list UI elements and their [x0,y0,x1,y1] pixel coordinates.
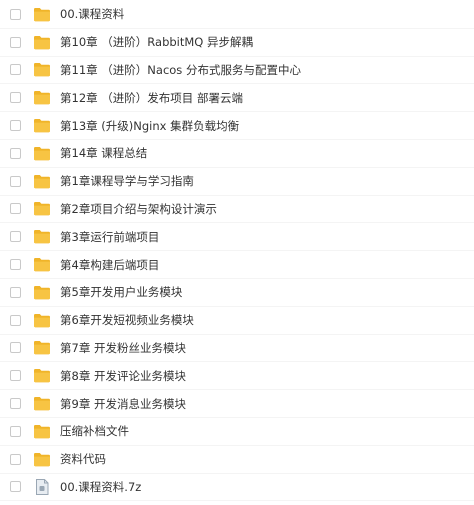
row-checkbox[interactable] [10,231,21,243]
folder-row[interactable]: 第5章开发用户业务模块 [0,279,474,307]
file-name[interactable]: 第11章 （进阶）Nacos 分布式服务与配置中心 [60,63,301,77]
row-checkbox[interactable] [10,259,21,271]
folder-row[interactable]: 第8章 开发评论业务模块 [0,362,474,391]
file-name[interactable]: 第3章运行前端项目 [60,230,159,244]
folder-row[interactable]: 第7章 开发粉丝业务模块 [0,335,474,363]
folder-icon [33,201,51,217]
folder-icon [33,229,51,245]
file-name[interactable]: 第8章 开发评论业务模块 [60,369,186,383]
file-name[interactable]: 压缩补档文件 [60,424,129,438]
folder-icon [33,90,51,106]
folder-icon [33,340,51,356]
file-name[interactable]: 资料代码 [60,452,106,466]
file-name[interactable]: 第14章 课程总结 [60,146,147,160]
file-name[interactable]: 第9章 开发消息业务模块 [60,397,186,411]
folder-row[interactable]: 第2章项目介绍与架构设计演示 [0,196,474,224]
folder-row[interactable]: 00.课程资料 [0,1,474,29]
row-checkbox[interactable] [10,425,21,437]
row-checkbox[interactable] [10,8,21,20]
file-row[interactable]: 00.课程资料.7z [0,474,474,502]
file-name[interactable]: 00.课程资料 [60,7,124,21]
folder-row[interactable]: 第10章 （进阶）RabbitMQ 异步解耦 [0,29,474,57]
row-checkbox[interactable] [10,453,21,465]
folder-row[interactable]: 压缩补档文件 [0,418,474,446]
row-checkbox[interactable] [10,314,21,326]
row-checkbox[interactable] [10,286,21,298]
row-checkbox[interactable] [10,92,21,104]
folder-row[interactable]: 第6章开发短视频业务模块 [0,307,474,335]
row-checkbox[interactable] [10,175,21,187]
folder-icon [33,257,51,273]
folder-icon [33,118,51,134]
row-checkbox[interactable] [10,481,21,493]
folder-icon [33,173,51,189]
folder-icon [33,145,51,161]
row-checkbox[interactable] [10,342,21,354]
folder-row[interactable]: 第3章运行前端项目 [0,223,474,252]
folder-icon [33,312,51,328]
folder-row[interactable]: 资料代码 [0,446,474,474]
row-checkbox[interactable] [10,36,21,48]
file-name[interactable]: 第4章构建后端项目 [60,258,159,272]
folder-icon [33,451,51,467]
row-checkbox[interactable] [10,370,21,382]
file-name[interactable]: 第7章 开发粉丝业务模块 [60,341,186,355]
file-name[interactable]: 第10章 （进阶）RabbitMQ 异步解耦 [60,35,253,49]
row-checkbox[interactable] [10,203,21,215]
file-name[interactable]: 第2章项目介绍与架构设计演示 [60,202,217,216]
folder-row[interactable]: 第4章构建后端项目 [0,251,474,279]
row-checkbox[interactable] [10,64,21,76]
folder-row[interactable]: 第12章 （进阶）发布项目 部署云端 [0,84,474,113]
folder-icon [33,62,51,78]
folder-icon [33,284,51,300]
folder-row[interactable]: 第14章 课程总结 [0,140,474,168]
folder-icon [33,396,51,412]
folder-row[interactable]: 第9章 开发消息业务模块 [0,390,474,418]
row-checkbox[interactable] [10,147,21,159]
file-name[interactable]: 第13章 (升级)Nginx 集群负载均衡 [60,119,239,133]
file-list: 00.课程资料第10章 （进阶）RabbitMQ 异步解耦第11章 （进阶）Na… [0,0,474,505]
file-name[interactable]: 第1章课程导学与学习指南 [60,174,194,188]
file-name[interactable]: 第6章开发短视频业务模块 [60,313,194,327]
folder-icon [33,423,51,439]
folder-icon [33,34,51,50]
folder-row[interactable]: 第11章 （进阶）Nacos 分布式服务与配置中心 [0,57,474,85]
file-name[interactable]: 00.课程资料.7z [60,480,141,494]
row-checkbox[interactable] [10,120,21,132]
archive-file-icon [33,478,51,495]
file-name[interactable]: 第5章开发用户业务模块 [60,285,182,299]
row-checkbox[interactable] [10,398,21,410]
folder-row[interactable]: 第13章 (升级)Nginx 集群负载均衡 [0,112,474,140]
folder-icon [33,6,51,22]
file-name[interactable]: 第12章 （进阶）发布项目 部署云端 [60,91,243,105]
folder-icon [33,368,51,384]
folder-row[interactable]: 第1章课程导学与学习指南 [0,168,474,196]
